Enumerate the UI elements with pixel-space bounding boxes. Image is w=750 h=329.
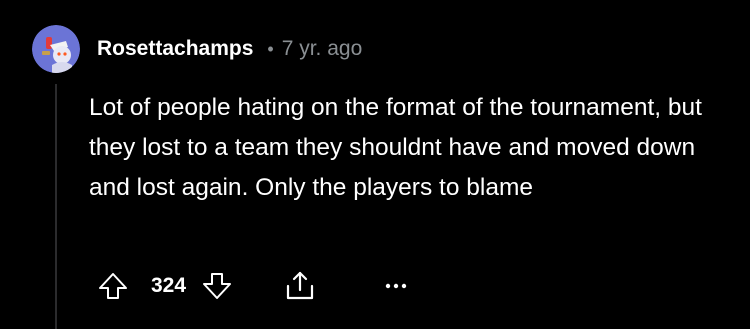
arrow-down-outline-icon xyxy=(203,273,232,299)
username[interactable]: Rosettachamps xyxy=(97,37,253,61)
more-options-button[interactable] xyxy=(385,282,407,290)
arrow-up-outline-icon xyxy=(99,273,127,299)
comment-actions: 324 xyxy=(97,266,407,306)
timestamp[interactable]: 7 yr. ago xyxy=(282,37,363,61)
vote-count: 324 xyxy=(151,274,187,297)
separator-dot: • xyxy=(267,38,274,59)
avatar-icon xyxy=(32,25,80,73)
share-button[interactable] xyxy=(283,269,317,303)
upvote-button[interactable] xyxy=(97,270,129,302)
downvote-button[interactable] xyxy=(201,270,233,302)
comment: Rosettachamps • 7 yr. ago Lot of people … xyxy=(0,0,750,329)
comment-body: Lot of people hating on the format of th… xyxy=(89,94,702,201)
comment-header: Rosettachamps • 7 yr. ago xyxy=(97,34,362,64)
thread-line[interactable] xyxy=(55,84,57,329)
ellipsis-icon xyxy=(385,283,407,289)
avatar[interactable] xyxy=(32,25,80,73)
share-icon xyxy=(286,271,314,300)
